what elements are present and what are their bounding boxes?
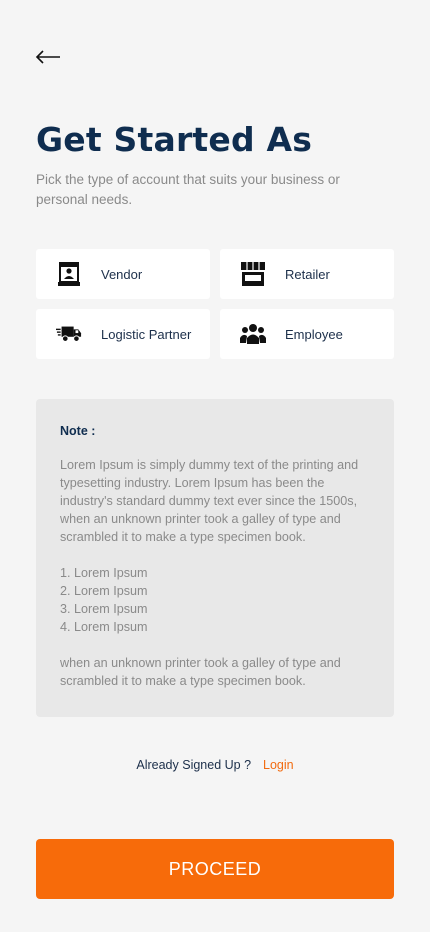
arrow-left-icon: [35, 50, 60, 64]
get-started-screen: Get Started As Pick the type of account …: [0, 0, 430, 932]
account-type-logistic-partner[interactable]: Logistic Partner: [36, 309, 210, 359]
signin-row: Already Signed Up ? Login: [0, 758, 430, 772]
note-paragraph: Lorem Ipsum is simply dummy text of the …: [60, 458, 359, 544]
delivery-truck-icon: [56, 321, 82, 347]
note-list: 1. Lorem Ipsum 2. Lorem Ipsum 3. Lorem I…: [60, 564, 370, 636]
account-type-retailer[interactable]: Retailer: [220, 249, 394, 299]
page-title: Get Started As: [36, 120, 313, 159]
account-type-grid: Vendor Retailer Logistic Partner Employe…: [36, 249, 394, 359]
back-button[interactable]: [34, 46, 62, 68]
account-type-employee[interactable]: Employee: [220, 309, 394, 359]
list-item: 3. Lorem Ipsum: [60, 602, 148, 616]
list-item: 1. Lorem Ipsum: [60, 566, 148, 580]
login-link[interactable]: Login: [263, 758, 294, 772]
account-type-label: Employee: [285, 326, 343, 342]
account-type-vendor[interactable]: Vendor: [36, 249, 210, 299]
vendor-stall-icon: [56, 261, 82, 287]
page-subtitle: Pick the type of account that suits your…: [36, 172, 340, 207]
account-type-label: Vendor: [101, 266, 143, 282]
users-group-icon: [240, 321, 266, 347]
note-box: Note : Lorem Ipsum is simply dummy text …: [36, 399, 394, 717]
account-type-label: Retailer: [285, 266, 330, 282]
list-item: 2. Lorem Ipsum: [60, 584, 148, 598]
already-signed-up-text: Already Signed Up ?: [136, 758, 252, 772]
note-title: Note :: [60, 424, 96, 438]
store-icon: [240, 261, 266, 287]
account-type-label: Logistic Partner: [101, 326, 192, 342]
proceed-button[interactable]: PROCEED: [36, 839, 394, 899]
note-paragraph-2: when an unknown printer took a galley of…: [60, 656, 341, 688]
list-item: 4. Lorem Ipsum: [60, 620, 148, 634]
